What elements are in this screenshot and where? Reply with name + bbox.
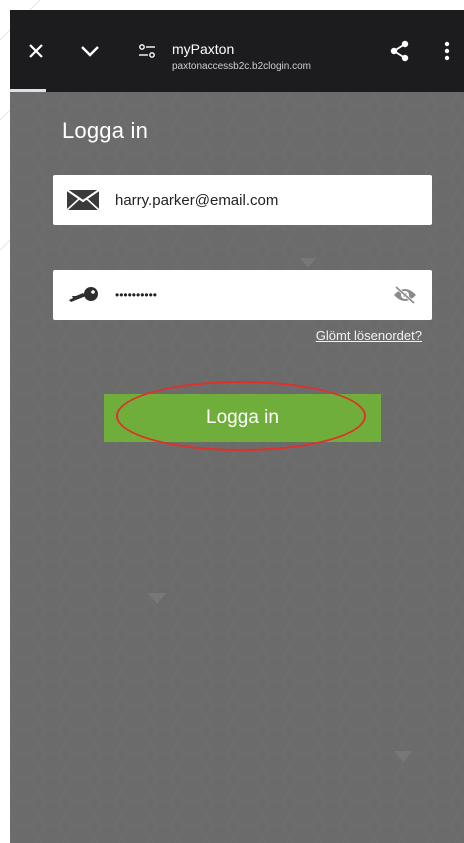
browser-toolbar: myPaxton paxtonaccessb2c.b2clogin.com	[10, 10, 464, 92]
forgot-password-link[interactable]: Glömt lösenordet?	[316, 328, 422, 343]
password-field[interactable]: ••••••••••	[53, 270, 432, 320]
email-value: harry.parker@email.com	[115, 191, 279, 209]
email-field[interactable]: harry.parker@email.com	[53, 175, 432, 225]
login-button[interactable]: Logga in	[104, 394, 381, 442]
eye-off-icon[interactable]	[392, 270, 418, 320]
tab-indicator	[10, 89, 46, 92]
password-value: ••••••••••	[115, 288, 158, 302]
more-vert-icon[interactable]	[432, 10, 462, 92]
chevron-down-icon[interactable]	[72, 10, 108, 92]
envelope-icon	[67, 175, 99, 225]
page-heading: Logga in	[62, 118, 149, 143]
tune-icon[interactable]	[132, 10, 162, 92]
phone-screen: myPaxton paxtonaccessb2c.b2clogin.com Lo…	[10, 10, 464, 843]
login-button-label: Logga in	[206, 407, 279, 428]
close-icon[interactable]	[18, 10, 54, 92]
site-url: paxtonaccessb2c.b2clogin.com	[172, 61, 311, 72]
key-icon	[67, 270, 99, 320]
page-title-block: myPaxton paxtonaccessb2c.b2clogin.com	[172, 41, 311, 74]
share-icon[interactable]	[382, 10, 418, 92]
site-title: myPaxton	[172, 41, 235, 57]
